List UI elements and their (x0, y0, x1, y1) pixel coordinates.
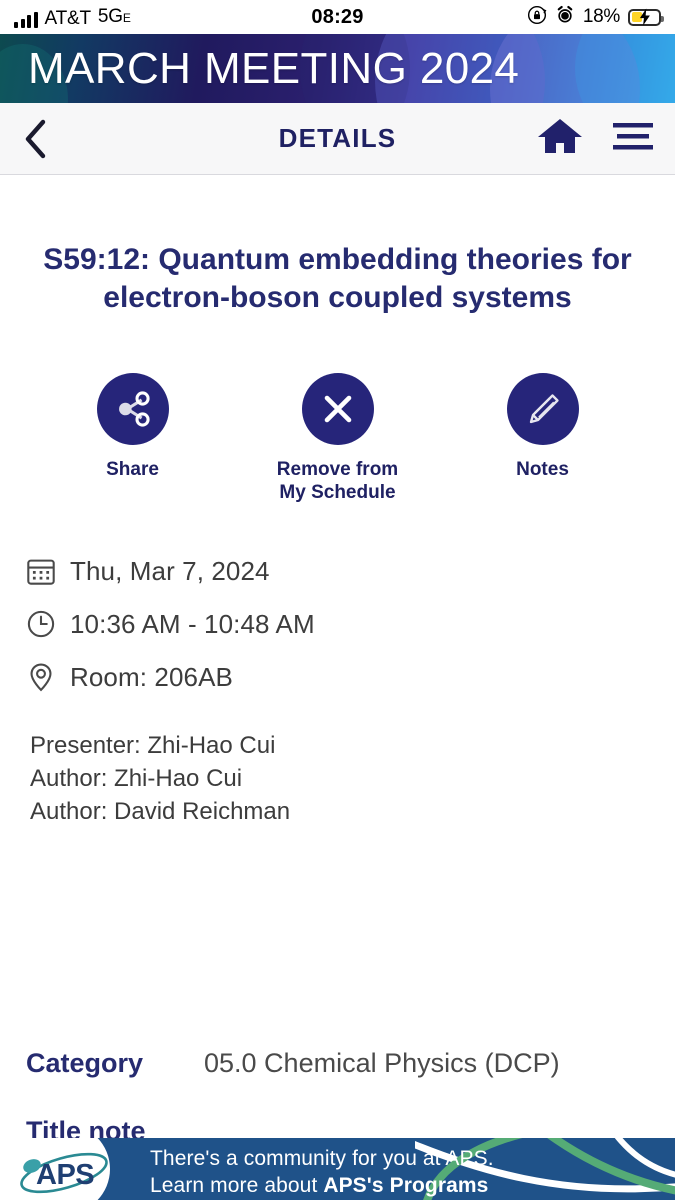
session-title: S59:12: Quantum embedding theories for e… (43, 243, 632, 314)
battery-charging-icon (628, 8, 664, 26)
phone-screen: AT&T 5GE 08:29 18% MARCH MEETING 2024 DE… (0, 0, 675, 1200)
detail-row-date: Thu, Mar 7, 2024 (26, 556, 675, 587)
action-button-row: Share Remove from My Schedule Notes (0, 317, 675, 504)
share-button-circle (96, 372, 169, 445)
march-meeting-banner: MARCH MEETING 2024 (0, 34, 675, 103)
aps-ad-banner[interactable]: APS There's a community for you at APS. … (0, 1138, 675, 1200)
presenter-line: Presenter: Zhi-Hao Cui (30, 731, 276, 759)
detail-time-text: 10:36 AM - 10:48 AM (70, 608, 315, 639)
remove-button-label: Remove from My Schedule (276, 458, 399, 503)
location-pin-icon (26, 662, 70, 692)
author-line: Author: David Reichman (30, 798, 291, 826)
aps-ad-text: There's a community for you at APS. Lear… (150, 1146, 494, 1200)
close-x-icon (324, 395, 351, 422)
rotation-lock-icon (527, 5, 547, 30)
notes-button-circle (506, 372, 579, 445)
battery-percent-label: 18% (582, 6, 620, 27)
author-line: Author: Zhi-Hao Cui (30, 765, 243, 793)
notes-button[interactable]: Notes (440, 372, 645, 504)
ad-line-1: There's a community for you at APS. (150, 1147, 494, 1170)
calendar-icon (26, 556, 70, 586)
session-details-list: Thu, Mar 7, 2024 10:36 AM - 10:48 AM Roo… (0, 504, 675, 693)
detail-row-room: Room: 206AB (26, 662, 675, 693)
banner-title: MARCH MEETING 2024 (28, 44, 520, 93)
share-button[interactable]: Share (30, 372, 235, 504)
share-button-label: Share (106, 458, 159, 480)
alarm-clock-icon (555, 5, 575, 30)
remove-from-schedule-button[interactable]: Remove from My Schedule (235, 372, 440, 504)
category-row: Category 05.0 Chemical Physics (DCP) (26, 1048, 649, 1079)
status-bar-right: 18% (527, 5, 664, 30)
notes-button-label: Notes (516, 458, 569, 480)
svg-text:APS: APS (36, 1159, 94, 1191)
pencil-icon (529, 393, 559, 423)
ios-status-bar: AT&T 5GE 08:29 18% (0, 0, 675, 34)
detail-row-time: 10:36 AM - 10:48 AM (26, 609, 675, 640)
metadata-section: Category 05.0 Chemical Physics (DCP) Tit… (0, 1048, 675, 1147)
people-list: Presenter: Zhi-Hao Cui Author: Zhi-Hao C… (0, 715, 675, 827)
category-label: Category (26, 1048, 144, 1078)
clock-icon (26, 609, 70, 639)
banner-blob-decor (575, 34, 675, 103)
navigation-bar: DETAILS (0, 103, 675, 175)
category-value: 05.0 Chemical Physics (DCP) (204, 1048, 560, 1078)
ad-line-2: Learn more about APS's Programs (150, 1173, 489, 1197)
hamburger-menu-icon[interactable] (613, 120, 653, 157)
home-icon[interactable] (537, 117, 583, 160)
share-icon (118, 391, 150, 427)
aps-logo: APS (12, 1152, 116, 1199)
detail-room-text: Room: 206AB (70, 661, 233, 692)
remove-button-circle (301, 372, 374, 445)
detail-date-text: Thu, Mar 7, 2024 (70, 555, 270, 586)
